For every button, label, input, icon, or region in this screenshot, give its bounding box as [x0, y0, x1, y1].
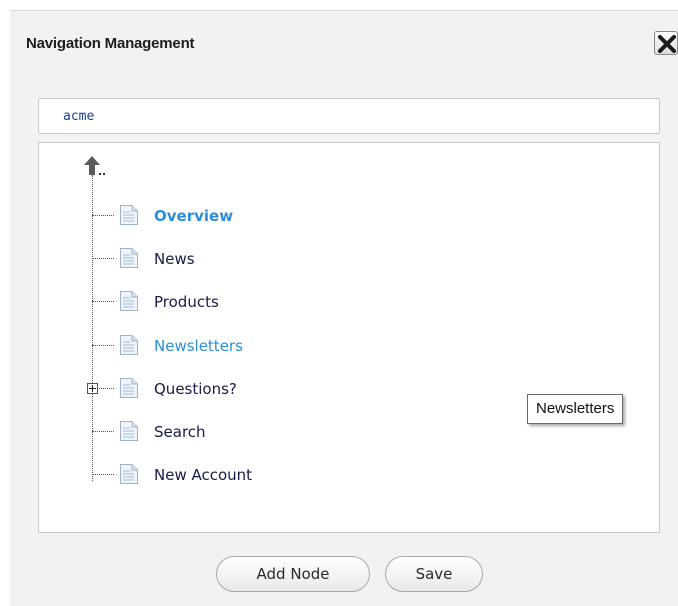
tree-node-label[interactable]: Overview	[154, 207, 233, 225]
tree-node-newsletters[interactable]: Newsletters	[92, 334, 512, 358]
document-icon	[120, 335, 138, 355]
dialog-titlebar[interactable]: Navigation Management	[10, 11, 678, 71]
tree-node-label[interactable]: New Account	[154, 466, 252, 484]
tree-branch-line	[92, 215, 114, 216]
tree-branch-line	[92, 301, 114, 302]
tree-node-label[interactable]: Search	[154, 423, 206, 441]
tree-node-new-account[interactable]: New Account	[92, 463, 512, 487]
document-icon	[120, 464, 138, 484]
tree-node-label[interactable]: Newsletters	[154, 337, 243, 355]
tree-branch-line	[92, 345, 114, 346]
document-icon	[120, 421, 138, 441]
document-icon	[120, 205, 138, 225]
tree-branch-line	[92, 474, 114, 475]
site-selector[interactable]: acme	[38, 98, 660, 134]
tree-node-search[interactable]: Search	[92, 420, 512, 444]
navigation-tree: Overview News Products Newsletters Quest…	[38, 142, 660, 533]
dialog-title: Navigation Management	[26, 35, 195, 52]
tree-node-label[interactable]: Products	[154, 293, 219, 311]
tree-node-news[interactable]: News	[92, 247, 512, 271]
tree-node-products[interactable]: Products	[92, 290, 512, 314]
expand-toggle-icon[interactable]	[87, 383, 98, 394]
parent-folder-link[interactable]	[84, 156, 108, 182]
document-icon	[120, 291, 138, 311]
node-tooltip: Newsletters	[527, 394, 624, 424]
close-icon	[658, 35, 676, 53]
document-icon	[120, 378, 138, 398]
site-name: acme	[63, 109, 95, 124]
tree-node-label[interactable]: News	[154, 250, 195, 268]
save-button[interactable]: Save	[385, 556, 483, 592]
tree-branch-line	[92, 258, 114, 259]
navigation-management-dialog: Navigation Management acme Overview News…	[10, 10, 678, 606]
up-arrow-icon	[84, 156, 105, 175]
document-icon	[120, 248, 138, 268]
add-node-button[interactable]: Add Node	[216, 556, 370, 592]
tree-node-overview[interactable]: Overview	[92, 204, 512, 228]
tree-node-label[interactable]: Questions?	[154, 380, 237, 398]
tree-branch-line	[92, 431, 114, 432]
tree-node-questions[interactable]: Questions?	[87, 377, 512, 401]
close-button[interactable]	[654, 31, 678, 55]
